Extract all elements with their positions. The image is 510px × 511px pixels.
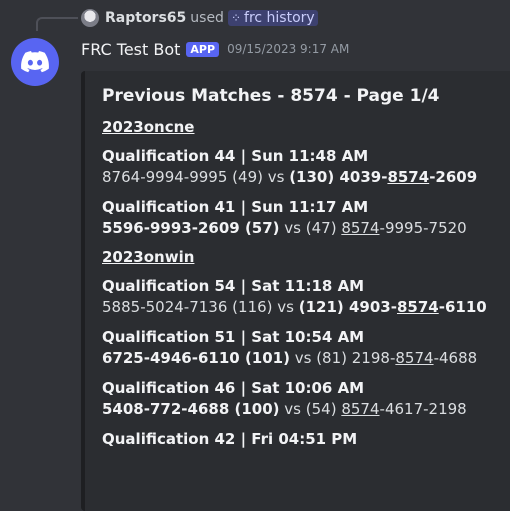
blue-alliance: (121) 4903-8574-6110 [298,298,487,316]
command-name: frc history [244,10,315,26]
team-number: 2609 [435,168,478,186]
match-result: 5408-772-4688 (100) vs (54) 8574-4617-21… [102,399,510,420]
vs-text: vs [272,298,299,316]
vs-text: vs [262,168,290,186]
command-icon: ⁘ [230,11,242,25]
team-number: 8574 [387,168,430,186]
reply-connector [36,17,78,31]
red-score: (57) [239,219,280,237]
team-number: 4946 [149,349,192,367]
match-history: 2023oncne Qualification 44 | Sun 11:48 AM… [102,118,510,450]
reply-context[interactable]: Raptors65 used ⁘ frc history [81,7,318,29]
red-alliance: 5596-9993-2609 (57) [102,219,280,237]
match-entry: Qualification 51 | Sat 10:54 AM 6725-4946… [102,327,510,369]
team-number: 2198 [351,349,390,367]
match-result: 8764-9994-9995 (49) vs (130) 4039-8574-2… [102,167,510,188]
team-number: 8574 [341,219,380,237]
match-entry: Qualification 42 | Fri 04:51 PM [102,429,510,450]
team-number: 8574 [395,349,434,367]
embed-title: Previous Matches - 8574 - Page 1/4 [102,86,440,106]
message-timestamp[interactable]: 09/15/2023 9:17 AM [227,42,349,56]
event-name: 2023onwin [102,248,195,266]
reply-used-text: used [190,10,224,26]
team-number: 4688 [438,349,478,367]
match-entry: Qualification 46 | Sat 10:06 AM 5408-772-… [102,378,510,420]
team-number: 7520 [428,219,467,237]
team-number: 4617 [384,400,424,418]
match-heading: Qualification 41 | Sun 11:17 AM [102,198,369,216]
team-number: 4688 [187,400,230,418]
red-score: (101) [239,349,290,367]
blue-score: (121) [298,298,349,316]
blue-alliance: (54) 8574-4617-2198 [305,400,467,418]
match-result: 5885-5024-7136 (116) vs (121) 4903-8574-… [102,297,510,318]
vs-text: vs [289,349,317,367]
team-number: 9995 [384,219,424,237]
red-score: (116) [227,298,273,316]
team-number: 9995 [189,168,228,186]
team-number: 4039 [339,168,382,186]
team-number: 6110 [444,298,487,316]
blue-score: (54) [305,400,342,418]
slash-command-chip[interactable]: ⁘ frc history [227,10,318,26]
team-number: 2198 [428,400,467,418]
match-heading: Qualification 44 | Sun 11:48 AM [102,147,369,165]
author-name[interactable]: FRC Test Bot [81,40,180,59]
team-number: 5596 [102,219,144,237]
message-header: FRC Test Bot APP 09/15/2023 9:17 AM [81,37,349,61]
match-entry: Qualification 54 | Sat 11:18 AM 5885-5024… [102,276,510,318]
team-number: 772 [149,400,182,418]
red-alliance: 5885-5024-7136 (116) [102,298,273,316]
replied-user-avatar[interactable] [81,9,99,27]
team-number: 9993 [149,219,192,237]
team-number: 8764 [102,168,141,186]
team-number: 7136 [189,298,228,316]
team-number: 2609 [197,219,240,237]
blue-score: (81) [316,349,352,367]
vs-text: vs [279,219,306,237]
team-number: 6110 [197,349,240,367]
team-number: 6725 [102,349,144,367]
match-heading: Qualification 42 | Fri 04:51 PM [102,430,358,448]
team-number: 4903 [349,298,391,316]
red-score: (100) [229,400,280,418]
blue-score: (130) [289,168,340,186]
match-result: 5596-9993-2609 (57) vs (47) 8574-9995-75… [102,218,510,239]
blue-alliance: (47) 8574-9995-7520 [305,219,467,237]
red-alliance: 5408-772-4688 (100) [102,400,280,418]
team-number: 8574 [341,400,380,418]
team-number: 5885 [102,298,141,316]
match-entry: Qualification 41 | Sun 11:17 AM 5596-9993… [102,197,510,239]
red-alliance: 6725-4946-6110 (101) [102,349,290,367]
replied-username[interactable]: Raptors65 [105,10,186,26]
embed-card: Previous Matches - 8574 - Page 1/4 2023o… [81,71,510,511]
match-heading: Qualification 54 | Sat 11:18 AM [102,277,365,295]
blue-score: (47) [305,219,342,237]
team-number: 5024 [145,298,184,316]
match-heading: Qualification 51 | Sat 10:54 AM [102,328,365,346]
blue-alliance: (130) 4039-8574-2609 [289,168,478,186]
team-number: 5408 [102,400,144,418]
match-heading: Qualification 46 | Sat 10:06 AM [102,379,365,397]
match-result: 6725-4946-6110 (101) vs (81) 2198-8574-4… [102,348,510,369]
vs-text: vs [279,400,306,418]
blue-alliance: (81) 2198-8574-4688 [316,349,478,367]
team-number: 8574 [396,298,439,316]
match-entry: Qualification 44 | Sun 11:48 AM 8764-9994… [102,146,510,188]
bot-avatar[interactable] [11,38,59,86]
discord-logo-icon [21,51,49,73]
red-score: (49) [227,168,263,186]
red-alliance: 8764-9994-9995 (49) [102,168,263,186]
team-number: 9994 [145,168,184,186]
event-name: 2023oncne [102,118,195,136]
app-badge: APP [186,41,220,57]
